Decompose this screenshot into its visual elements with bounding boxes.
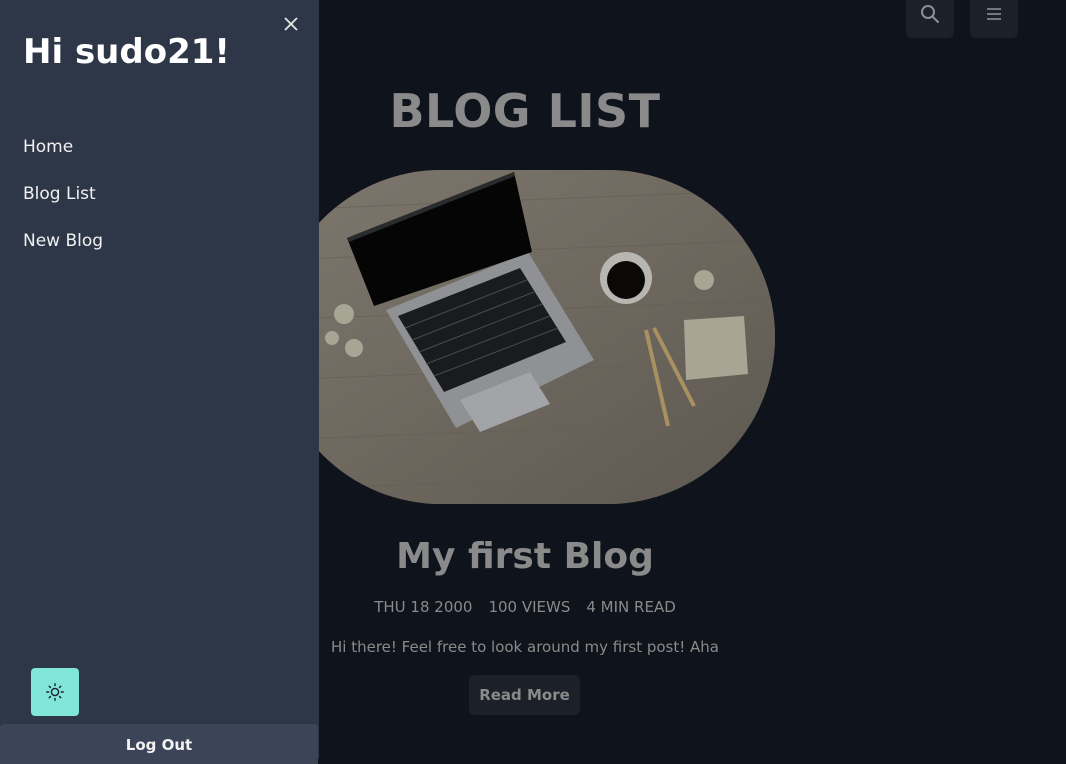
- side-drawer: Hi sudo21! Home Blog List New Blog Log O…: [0, 0, 319, 764]
- menu-button[interactable]: [970, 0, 1018, 38]
- blog-cover-image[interactable]: [274, 170, 775, 504]
- post-views: 100 VIEWS: [488, 598, 571, 616]
- post-read-time: 4 MIN READ: [586, 598, 676, 616]
- hamburger-menu-icon: [987, 8, 1001, 20]
- theme-toggle-button[interactable]: [31, 668, 79, 716]
- logout-button[interactable]: Log Out: [0, 724, 318, 764]
- user-greeting: Hi sudo21!: [23, 32, 230, 72]
- close-icon: [284, 17, 298, 31]
- search-button[interactable]: [906, 0, 954, 38]
- nav-item-home[interactable]: Home: [23, 136, 103, 183]
- drawer-nav: Home Blog List New Blog: [23, 136, 103, 277]
- post-date: THU 18 2000: [374, 598, 473, 616]
- search-icon: [921, 5, 939, 23]
- close-drawer-button[interactable]: [279, 12, 303, 36]
- nav-item-new-blog[interactable]: New Blog: [23, 230, 103, 277]
- sun-icon: [46, 683, 64, 701]
- read-more-button[interactable]: Read More: [469, 675, 580, 715]
- nav-item-blog-list[interactable]: Blog List: [23, 183, 103, 230]
